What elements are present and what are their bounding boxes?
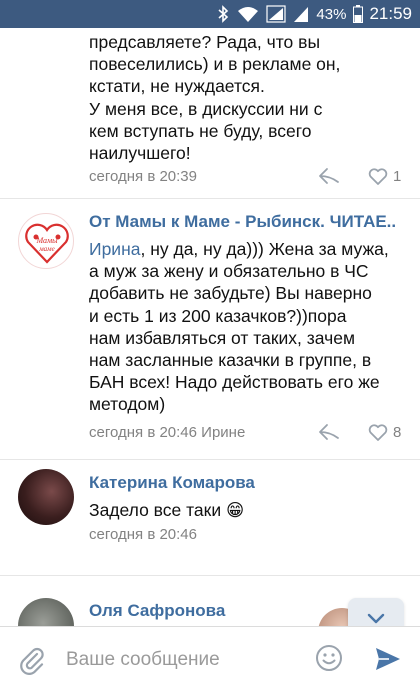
comment-author[interactable]: Оля Сафронова	[89, 601, 339, 621]
heart-icon[interactable]	[368, 424, 388, 446]
divider	[0, 198, 420, 199]
smiley-icon[interactable]	[314, 643, 344, 678]
like-count: 1	[393, 168, 402, 185]
paperclip-icon[interactable]	[18, 645, 46, 680]
group-logo-avatar[interactable]: Мамы мамe	[18, 213, 74, 269]
message-composer	[0, 626, 420, 696]
comment-item: предсавляете? Рада, что вы повеселились)…	[0, 28, 420, 198]
signal-icon-2	[293, 5, 309, 23]
text-line: БАН всех! Надо действовать его же	[89, 372, 380, 393]
send-icon[interactable]	[374, 645, 402, 678]
message-input[interactable]	[66, 643, 306, 677]
text-line: наилучшего!	[89, 143, 191, 164]
text-line: методом)	[89, 394, 166, 415]
reply-icon[interactable]	[318, 423, 340, 446]
comment-author[interactable]: От Мамы к Маме - Рыбинск. ЧИТАЕ..	[89, 212, 409, 232]
comment-text: Ирина, ну да, ну да))) Жена за мужа, а м…	[89, 238, 409, 416]
text-line: кем вступать не буду, всего	[89, 120, 312, 141]
text-fragment: Задело все таки	[89, 500, 222, 520]
text-fragment: , ну да, ну да))) Жена за мужа,	[140, 239, 389, 259]
status-bar: 43% 21:59	[0, 0, 420, 28]
text-line: У меня все, в дискуссии ни с	[89, 98, 323, 119]
bluetooth-icon	[216, 5, 230, 23]
comment-timestamp: сегодня в 20:46 Ирине	[89, 424, 246, 441]
text-line: предсавляете? Рада, что вы	[89, 32, 321, 52]
divider	[0, 459, 420, 460]
grinning-emoji-icon: 😁	[225, 500, 245, 520]
svg-text:Мамы: Мамы	[35, 236, 58, 245]
comment-item: Катерина Комарова Задело все таки 😁 сего…	[0, 465, 420, 575]
text-line: повеселились) и в рекламе он,	[89, 54, 341, 75]
comment-item: Мамы мамe От Мамы к Маме - Рыбинск. ЧИТА…	[0, 200, 420, 465]
battery-icon	[353, 5, 364, 23]
comment-author[interactable]: Катерина Комарова	[89, 473, 389, 493]
reply-icon[interactable]	[318, 167, 340, 190]
comments-feed[interactable]: предсавляете? Рада, что вы повеселились)…	[0, 28, 420, 636]
signal-icon	[266, 5, 287, 23]
comment-timestamp: сегодня в 20:39	[89, 168, 197, 185]
comment-text: предсавляете? Рада, что вы повеселились)…	[89, 31, 404, 164]
comment-text: Задело все таки 😁	[89, 499, 389, 521]
text-line: а муж за жену и обязательно в ЧС	[89, 261, 369, 282]
wifi-icon	[237, 5, 259, 23]
heart-icon[interactable]	[368, 168, 388, 190]
text-line: Ирина, ну да, ну да))) Жена за мужа,	[89, 238, 409, 260]
text-line: кстати, не нуждается.	[89, 76, 265, 97]
text-line: и есть 1 из 200 казачков?))пора	[89, 305, 347, 326]
text-line: нам избавляться от таких, зачем	[89, 327, 355, 348]
svg-text:мамe: мамe	[38, 245, 55, 253]
comment-timestamp: сегодня в 20:46	[89, 526, 197, 543]
like-count: 8	[393, 424, 402, 441]
user-avatar[interactable]	[18, 469, 74, 525]
addressee-link[interactable]: Ирина	[89, 239, 140, 259]
battery-percent: 43%	[316, 5, 347, 23]
text-line: добавить не забудьте) Вы наверно	[89, 283, 372, 304]
text-line: нам засланные казачки в группе, в	[89, 350, 372, 371]
clock: 21:59	[369, 4, 412, 23]
